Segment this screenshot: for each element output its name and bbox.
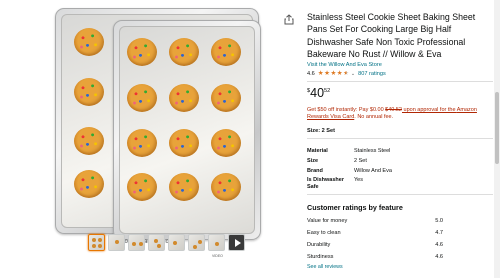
spec-value: Stainless Steel [354,148,391,155]
cookie [211,84,241,112]
divider [307,193,493,195]
promo-strike-price: $40.52 [385,107,402,114]
cookie [74,28,104,56]
promo-text: upon approval for the [402,107,457,114]
product-image-gallery: Roll over image to zoom in VIDEO [0,0,296,278]
thumbnail-4[interactable] [148,234,165,251]
star-icon: ★ [336,69,343,77]
feature-rating-row: Sturdiness 4.6 [307,254,493,260]
feature-name: Value for money [307,217,348,224]
price-whole: 40 [310,86,325,101]
price-fraction: 52 [324,88,331,95]
spec-row: Brand Willow And Eva [307,168,493,175]
rating-value: 4.6 [307,71,315,78]
product-title: Stainless Steel Cookie Sheet Baking Shee… [307,12,476,59]
cookie [74,170,104,198]
feature-name: Easy to clean [307,229,341,236]
star-icon: ★ [324,69,330,77]
divider [307,81,493,83]
thumbnail-video[interactable] [228,234,245,251]
spec-row: Is Dishwasher Safe Yes [307,177,493,190]
spec-key: Is Dishwasher Safe [307,177,344,190]
cookie [127,84,157,112]
product-specs-table: Material Stainless Steel Size 2 Set Bran… [307,148,493,191]
promo-text: Get $50 off instantly: Pay $0.00 [307,107,386,114]
cookie [127,129,157,157]
share-icon[interactable] [284,14,294,25]
cookie [74,127,104,155]
size-value: 2 Set [321,128,335,135]
card-promo-banner[interactable]: Get $50 off instantly: Pay $0.00 $40.52 … [307,107,493,121]
cookie [211,173,241,201]
thumbnail-7[interactable] [208,234,225,251]
spec-value: Willow And Eva [354,167,392,174]
feature-rating-row: Easy to clean 4.7 [307,230,493,236]
star-half-icon: ★ [343,69,349,77]
size-label: Size: [307,128,321,135]
feature-rating-row: Value for money 5.0 [307,218,493,224]
cookie [211,38,241,66]
feature-ratings-title: Customer ratings by feature [307,202,403,212]
video-caption: VIDEO [212,254,223,258]
spec-value: Yes [354,177,363,184]
feature-score: 5.0 [435,217,443,224]
thumbnail-6[interactable] [188,234,205,251]
spec-row: Size 2 Set [307,158,493,165]
store-link[interactable]: Visit the Willow And Eva Store [307,62,493,68]
spec-key: Brand [307,167,323,174]
cookie [169,84,199,112]
promo-text: . No annual fee. [354,114,394,121]
cookie [74,78,104,106]
price: $ 40 52 [307,86,493,101]
feature-name: Sturdiness [307,253,334,260]
star-icon: ★ [330,69,337,77]
thumbnail-2[interactable] [108,234,125,251]
ratings-count-link[interactable]: 807 ratings [358,71,386,77]
see-all-reviews-link[interactable]: See all reviews [307,264,493,270]
spec-value: 2 Set [354,157,367,164]
cookie [169,129,199,157]
feature-score: 4.6 [435,253,443,260]
thumbnail-3[interactable] [128,234,145,251]
feature-score: 4.7 [435,229,443,236]
feature-name: Durability [307,241,331,248]
star-rating[interactable]: ★ ★ ★ ★ ★ [317,69,349,78]
scrollbar-thumb[interactable] [495,92,499,164]
play-icon [235,239,241,247]
spec-key: Size [307,157,319,164]
feature-score: 4.6 [435,241,443,248]
cookie [127,38,157,66]
thumbnail-1[interactable] [88,234,105,251]
cookie [211,129,241,157]
feature-rating-row: Durability 4.6 [307,242,493,248]
divider [307,138,493,140]
thumbnail-strip [88,234,245,251]
star-icon: ★ [317,69,324,77]
page-scrollbar[interactable] [494,0,500,278]
thumbnail-5[interactable] [168,234,185,251]
size-selector: Size: 2 Set [307,128,493,134]
cookie [169,38,199,66]
cookie [169,173,199,201]
product-info-panel: Stainless Steel Cookie Sheet Baking Shee… [307,11,493,270]
rating-row: 4.6 ★ ★ ★ ★ ★ ⌄ 807 ratings [307,70,493,78]
cookie [127,173,157,201]
spec-row: Material Stainless Steel [307,148,493,155]
chevron-down-icon[interactable]: ⌄ [351,71,355,77]
spec-key: Material [307,148,328,155]
